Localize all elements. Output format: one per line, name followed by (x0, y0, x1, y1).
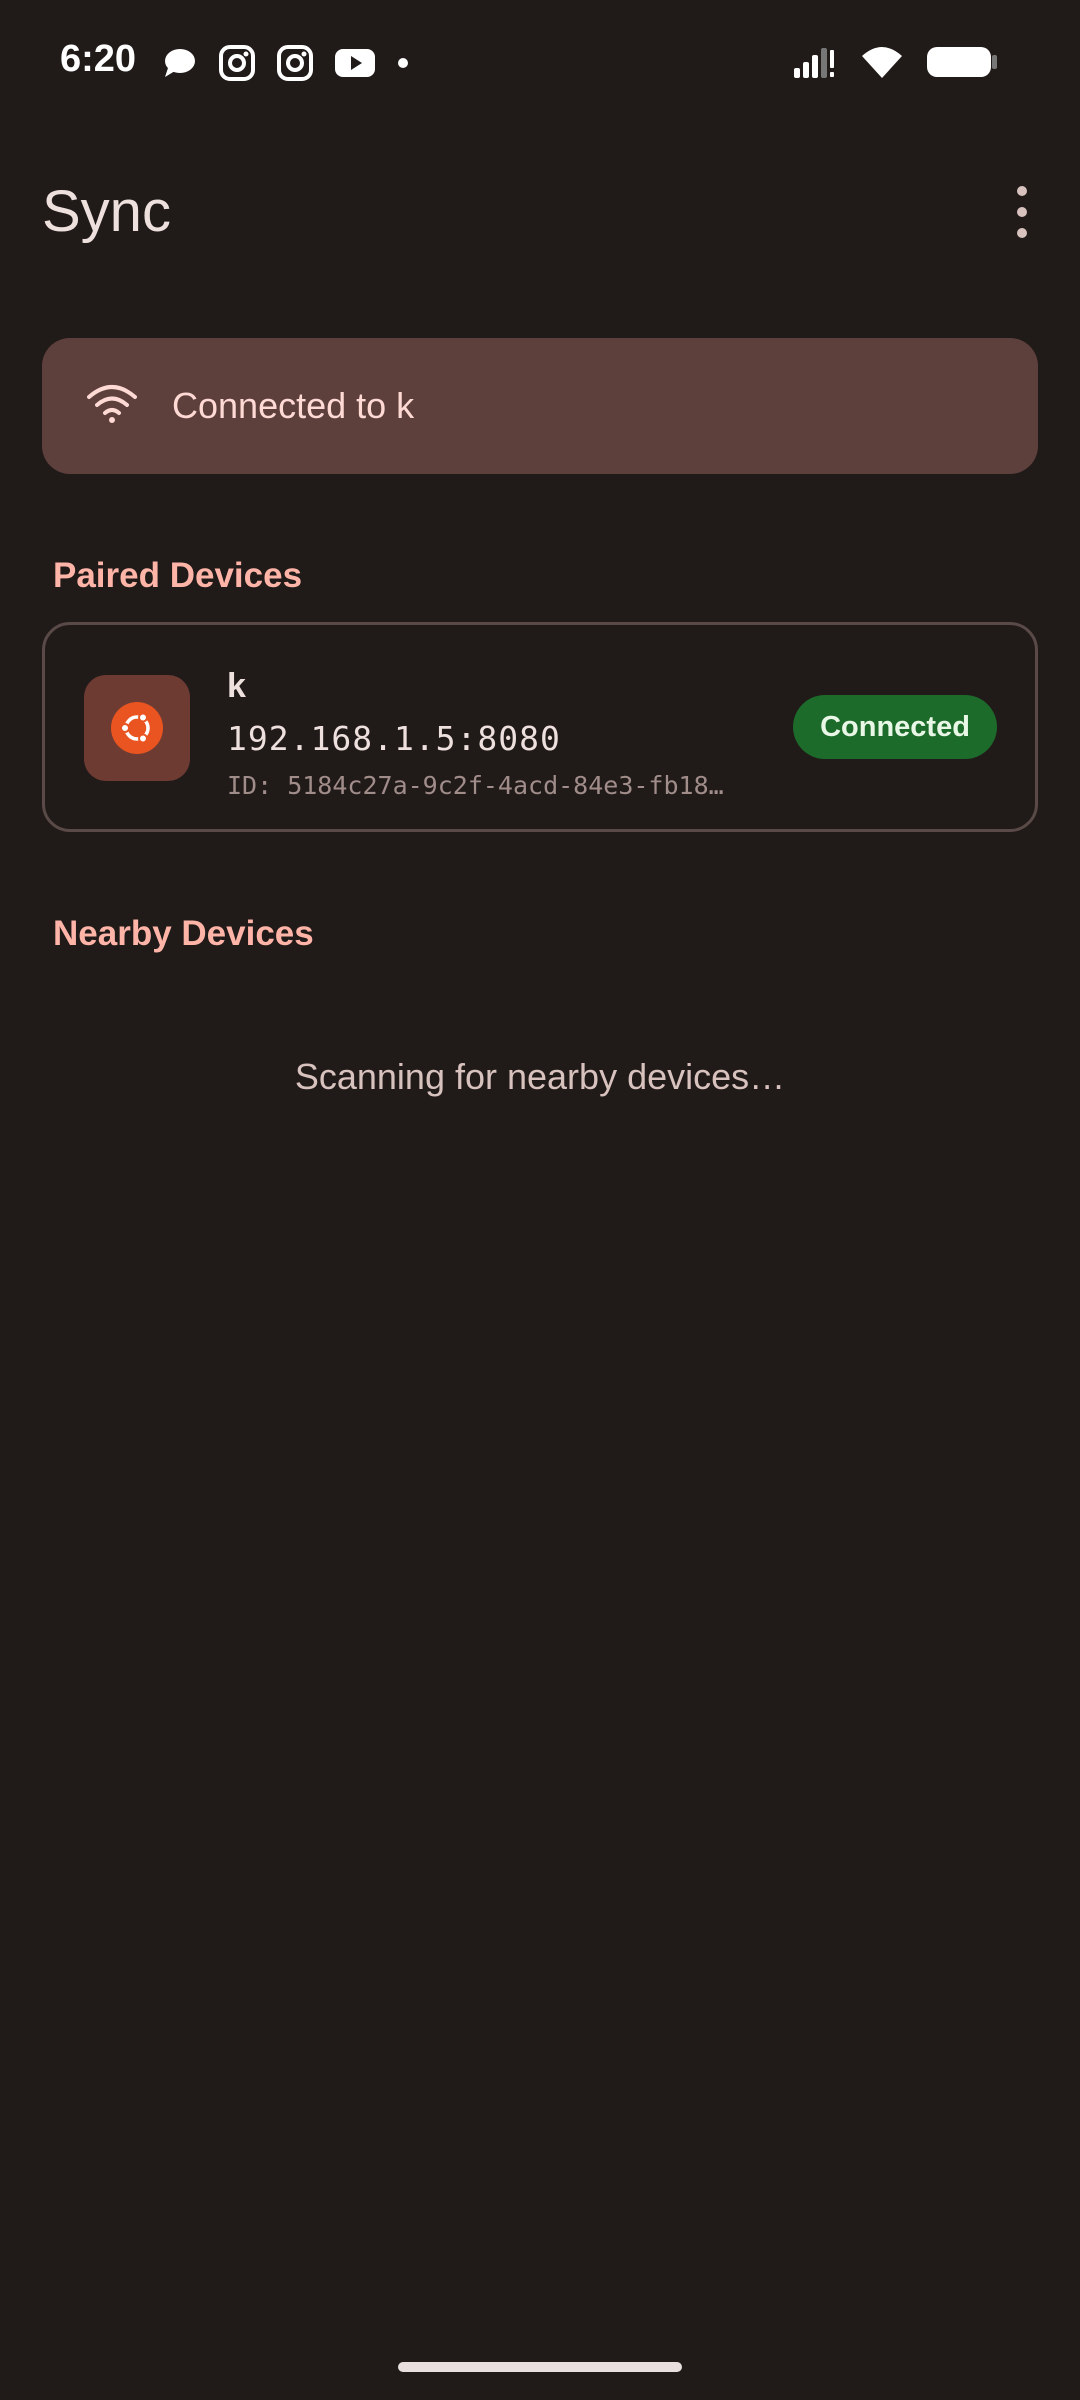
wifi-icon (86, 384, 138, 429)
nearby-devices-header: Nearby Devices (53, 914, 314, 953)
more-vert-icon[interactable] (1004, 186, 1040, 238)
status-badge: Connected (793, 695, 997, 759)
paired-device-card[interactable]: k 192.168.1.5:8080 ID: 5184c27a-9c2f-4ac… (42, 622, 1038, 832)
page-title: Sync (42, 179, 171, 244)
device-address: 192.168.1.5:8080 (227, 719, 561, 758)
notification-icons (160, 44, 410, 87)
wifi-icon (860, 44, 904, 85)
home-indicator[interactable] (398, 2362, 682, 2372)
connection-banner[interactable]: Connected to k (42, 338, 1038, 474)
connection-status-text: Connected to k (172, 385, 415, 426)
status-bar: 6:20 (0, 0, 1080, 130)
instagram-icon (218, 44, 256, 87)
clock: 6:20 (60, 38, 137, 80)
instagram-icon (276, 44, 314, 87)
device-name: k (227, 667, 246, 705)
device-avatar (84, 675, 190, 781)
youtube-icon (334, 47, 376, 84)
device-id: ID: 5184c27a-9c2f-4acd-84e3-fb18… (227, 771, 724, 800)
battery-icon (926, 44, 998, 85)
ubuntu-icon (111, 702, 163, 754)
threads-icon (160, 44, 198, 87)
paired-devices-header: Paired Devices (53, 556, 303, 595)
signal-icon (792, 44, 838, 85)
system-icons (792, 44, 998, 85)
scanning-status-text: Scanning for nearby devices… (294, 1056, 786, 1097)
dot-icon (396, 56, 410, 75)
